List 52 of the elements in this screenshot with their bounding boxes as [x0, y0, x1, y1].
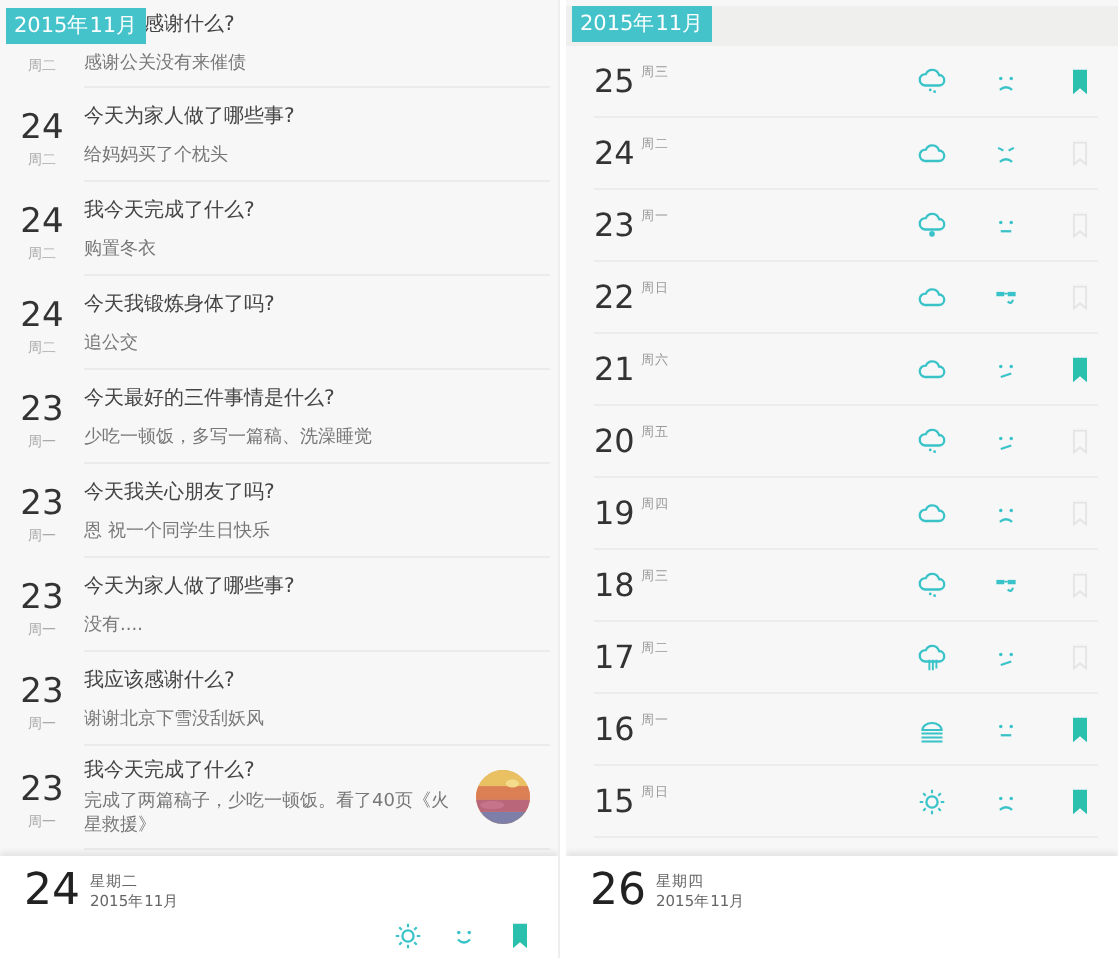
day-number: 25: [594, 63, 635, 99]
day-number: 19: [594, 495, 635, 531]
day-number: 24: [24, 868, 80, 916]
entry-text: 恩 祝一个同学生日快乐: [84, 519, 272, 543]
day-number: 24: [20, 109, 64, 145]
day-number: 24: [20, 297, 64, 333]
entry-text: 谢谢北京下雪没刮妖风: [84, 707, 266, 731]
entry-text: 购置冬衣: [84, 237, 158, 261]
cloud-icon: [918, 139, 946, 167]
day-number: 15: [594, 783, 635, 819]
drizzle-icon: [918, 427, 946, 455]
entry-text: 完成了两篇稿子，少吃一顿饭。看了40页《火星救援》: [84, 790, 451, 838]
day-number: 23: [594, 207, 635, 243]
day-number: 23: [20, 579, 64, 615]
day-number: 22: [594, 279, 635, 315]
day-number: 23: [20, 485, 64, 521]
day-number: 20: [594, 423, 635, 459]
entry-text: 给妈妈买了个枕头: [84, 143, 230, 167]
entry-text: 没有....: [84, 613, 145, 637]
cloud-icon: [918, 355, 946, 383]
day-number: 16: [594, 711, 635, 747]
entry-title: 今天我关心朋友了吗?: [84, 479, 277, 505]
day-number: 24: [594, 135, 635, 171]
entry-title: 我今天完成了什么?: [84, 757, 257, 784]
entry-title: 我应该感谢什么?: [84, 667, 237, 693]
day-number: 23: [20, 391, 64, 427]
rain-icon: [918, 643, 946, 671]
cloud-icon: [918, 499, 946, 527]
snow-cloud-icon: [918, 211, 946, 239]
day-number: 17: [594, 639, 635, 675]
month-badge: 2015年11月: [6, 8, 147, 44]
month-badge: 2015年11月: [572, 6, 713, 42]
entry-text: 追公交: [84, 331, 140, 355]
day-number: 23: [20, 772, 64, 808]
drizzle-icon: [918, 67, 946, 95]
day-number: 24: [20, 203, 64, 239]
day-number: 21: [594, 351, 635, 387]
entry-title: 我今天完成了什么?: [84, 197, 257, 223]
entry-text: 少吃一顿饭，多写一篇稿、洗澡睡觉: [84, 425, 374, 449]
drizzle-icon: [918, 571, 946, 599]
day-number: 23: [20, 673, 64, 709]
entry-title: 今天我锻炼身体了吗?: [84, 291, 277, 317]
entry-title: 今天为家人做了哪些事?: [84, 103, 297, 129]
sun-icon[interactable]: [394, 922, 422, 950]
entry-title: 今天为家人做了哪些事?: [84, 573, 297, 599]
sun-icon: [918, 787, 946, 815]
day-number: 26: [590, 868, 646, 916]
entry-title: 感谢什么?: [144, 11, 237, 38]
entry-text: 感谢公关没有来催债: [84, 52, 248, 76]
day-number: 18: [594, 567, 635, 603]
entry-title: 今天最好的三件事情是什么?: [84, 385, 337, 411]
cloud-icon: [918, 283, 946, 311]
